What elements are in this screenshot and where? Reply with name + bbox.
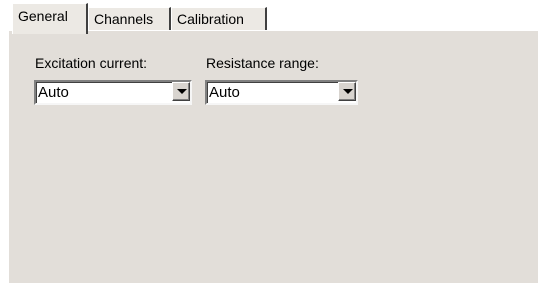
dialog-root: General Channels Calibration Excitation …	[0, 0, 538, 298]
tab-strip: General Channels Calibration	[0, 0, 538, 34]
tab-channels-label: Channels	[94, 11, 154, 27]
resistance-range-label: Resistance range:	[206, 55, 319, 71]
tab-calibration[interactable]: Calibration	[171, 7, 267, 31]
chevron-down-icon	[177, 89, 187, 94]
general-tab-panel: Excitation current: Auto Resistance rang…	[8, 30, 538, 283]
resistance-range-dropdown-button[interactable]	[338, 82, 356, 101]
tab-channels[interactable]: Channels	[88, 7, 171, 31]
excitation-current-select[interactable]: Auto	[34, 80, 192, 105]
resistance-range-value: Auto	[209, 84, 240, 101]
excitation-current-label: Excitation current:	[35, 55, 148, 71]
tab-calibration-label: Calibration	[177, 11, 244, 27]
chevron-down-icon	[343, 89, 353, 94]
excitation-current-dropdown-button[interactable]	[172, 82, 190, 101]
excitation-current-value: Auto	[38, 84, 69, 101]
tab-general[interactable]: General	[12, 3, 88, 34]
tab-general-label: General	[18, 8, 68, 24]
bottom-white-strip	[0, 283, 538, 298]
resistance-range-select[interactable]: Auto	[205, 80, 358, 105]
